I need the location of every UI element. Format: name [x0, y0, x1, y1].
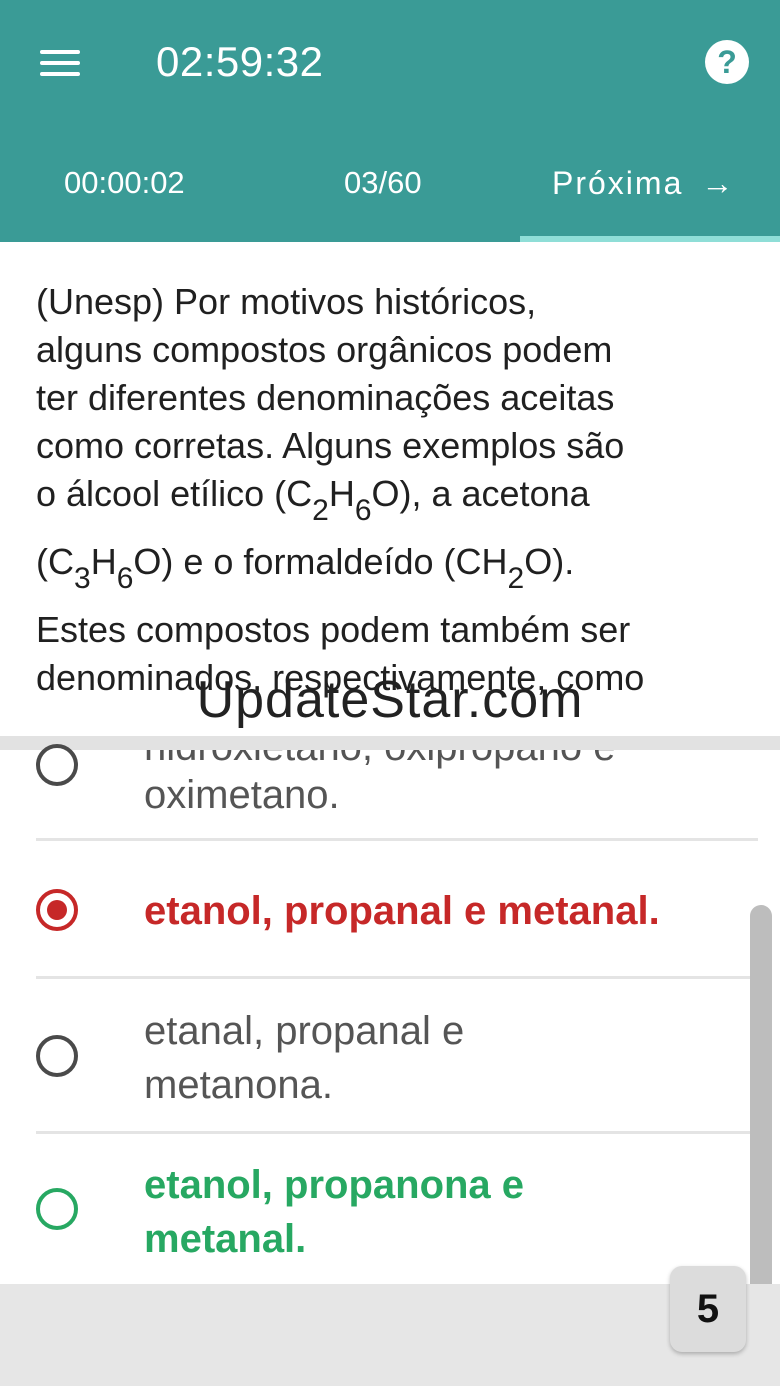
active-tab-indicator — [520, 236, 780, 242]
exam-timer: 02:59:32 — [156, 38, 324, 85]
option-c-text[interactable]: etanal, propanal e metanona. — [144, 1004, 744, 1112]
question-text: (Unesp) Por motivos históricos, alguns c… — [36, 278, 756, 702]
question-mark-icon[interactable]: ? — [705, 40, 749, 84]
next-question-button[interactable]: Próxima → — [530, 150, 770, 216]
app-header: 02:59:32 ? 00:00:02 03/60 Próxima → — [0, 0, 780, 242]
footer-bar — [0, 1284, 780, 1386]
question-line: Estes compostos podem também ser — [36, 609, 631, 650]
question-counter: 03/60 — [344, 165, 422, 200]
question-line: como corretas. Alguns exemplos são — [36, 425, 625, 466]
watermark-text: UpdateStar.com — [196, 671, 584, 729]
question-line: (Unesp) Por motivos históricos, — [36, 281, 537, 322]
question-timer: 00:00:02 — [64, 165, 185, 200]
question-line: alguns compostos orgânicos podem — [36, 329, 613, 370]
option-d-line: metanal. — [144, 1217, 307, 1261]
option-a-text[interactable]: oximetano. — [144, 768, 744, 822]
next-label: Próxima — [552, 164, 684, 201]
option-b-text[interactable]: etanol, propanal e metanal. — [144, 884, 764, 938]
arrow-right-icon: → — [701, 164, 734, 201]
count-badge[interactable]: 5 — [670, 1266, 746, 1352]
option-c-line: etanal, propanal e — [144, 1009, 465, 1053]
option-d-line: etanol, propanona e — [144, 1163, 525, 1207]
question-line-formula: o álcool etílico (C2H6O), a acetona — [36, 473, 590, 527]
scrollbar-thumb[interactable] — [750, 905, 772, 1345]
option-c-radio[interactable] — [36, 1035, 78, 1077]
option-b-radio-selected[interactable] — [36, 889, 78, 931]
option-divider — [36, 838, 758, 841]
question-line: ter diferentes denominações aceitas — [36, 377, 615, 418]
option-d-text[interactable]: etanol, propanona e metanal. — [144, 1158, 744, 1266]
question-line-formula: (C3H6O) e o formaldeído (CH2O). — [36, 541, 575, 595]
hamburger-menu-icon[interactable] — [38, 44, 84, 78]
option-d-radio-correct[interactable] — [36, 1188, 78, 1230]
option-c-line: metanona. — [144, 1063, 334, 1107]
option-divider — [36, 976, 758, 979]
option-divider — [36, 1131, 758, 1134]
option-a-radio[interactable] — [36, 744, 78, 786]
section-divider — [0, 736, 780, 750]
